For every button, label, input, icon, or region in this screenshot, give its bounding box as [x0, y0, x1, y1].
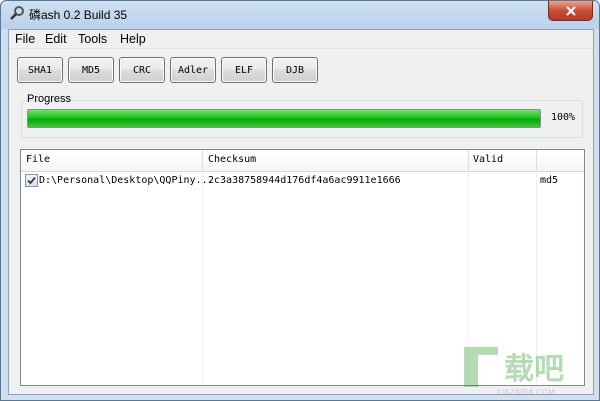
window-title: 磷ash 0.2 Build 35 [29, 8, 128, 22]
grid-line [202, 171, 203, 385]
sha1-button[interactable]: SHA1 [17, 57, 63, 83]
crc-button[interactable]: CRC [119, 57, 165, 83]
column-separator[interactable] [536, 150, 537, 171]
menu-help[interactable]: Help [120, 32, 146, 46]
row-checkbox[interactable] [25, 174, 38, 187]
menu-tools[interactable]: Tools [78, 32, 107, 46]
watermark-logo: 载吧 XIAZAIBA.COM [464, 347, 564, 397]
svg-text:载吧: 载吧 [504, 352, 564, 387]
table-row[interactable]: D:\Personal\Desktop\QQPiny... 2c3a387589… [21, 172, 584, 190]
checkmark-icon [27, 176, 36, 185]
djb-button[interactable]: DJB [272, 57, 318, 83]
column-header-checksum[interactable]: Checksum [208, 154, 256, 165]
magnifier-icon [10, 6, 24, 20]
menu-edit[interactable]: Edit [45, 32, 67, 46]
menu-bar: File Edit Tools Help [9, 30, 593, 49]
file-path-cell: D:\Personal\Desktop\QQPiny... [39, 175, 214, 186]
close-icon [565, 5, 576, 16]
app-window: 磷ash 0.2 Build 35 File Edit Tools Help S… [0, 0, 600, 401]
md5-button[interactable]: MD5 [68, 57, 114, 83]
watermark-text: XIAZAIBA.COM [496, 388, 555, 397]
hash-type-cell: md5 [540, 175, 559, 186]
close-button[interactable] [548, 1, 593, 21]
title-bar[interactable]: 磷ash 0.2 Build 35 [1, 1, 599, 27]
progress-fill [28, 110, 540, 127]
progress-bar [27, 109, 541, 128]
checksum-cell: 2c3a38758944d176df4a6ac9911e1666 [208, 175, 401, 186]
adler-button[interactable]: Adler [170, 57, 216, 83]
column-separator[interactable] [202, 150, 203, 171]
column-header-file[interactable]: File [26, 154, 50, 165]
progress-percent: 100% [551, 112, 576, 123]
elf-button[interactable]: ELF [221, 57, 267, 83]
column-header-valid[interactable]: Valid [473, 154, 503, 165]
progress-label: Progress [27, 93, 72, 105]
column-separator[interactable] [468, 150, 469, 171]
list-header: File Checksum Valid [21, 150, 584, 172]
menu-file[interactable]: File [15, 32, 35, 46]
